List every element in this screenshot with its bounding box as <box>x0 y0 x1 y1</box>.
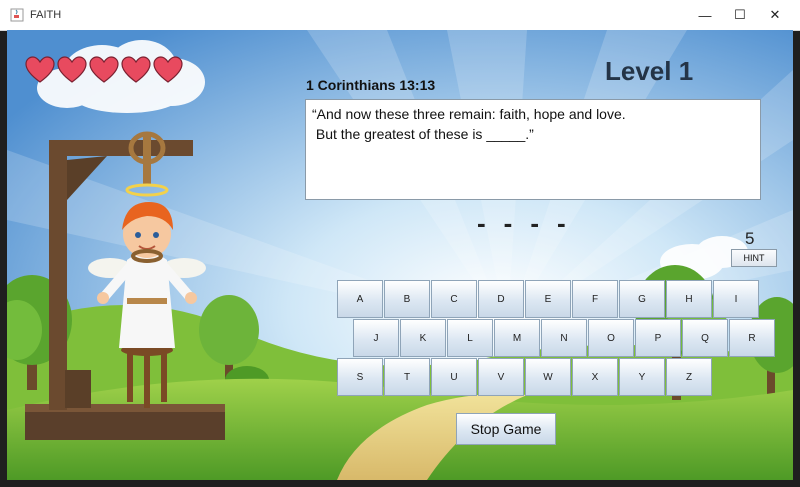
maximize-button[interactable]: ☐ <box>721 0 759 30</box>
key-v[interactable]: V <box>478 358 524 396</box>
java-cup-icon <box>10 8 24 22</box>
key-o[interactable]: O <box>588 319 634 357</box>
maximize-icon: ☐ <box>734 7 746 22</box>
level-label: Level 1 <box>605 56 694 86</box>
key-i[interactable]: I <box>713 280 759 318</box>
key-b[interactable]: B <box>384 280 430 318</box>
key-m[interactable]: M <box>494 319 540 357</box>
lives-hearts <box>25 56 183 84</box>
key-r[interactable]: R <box>729 319 775 357</box>
heart-icon <box>153 56 183 83</box>
minimize-button[interactable]: — <box>686 0 724 30</box>
verse-reference: 1 Corinthians 13:13 <box>306 77 436 93</box>
key-p[interactable]: P <box>635 319 681 357</box>
key-n[interactable]: N <box>541 319 587 357</box>
close-button[interactable]: ✕ <box>756 0 794 30</box>
letter-blank: - <box>530 208 540 238</box>
key-s[interactable]: S <box>337 358 383 396</box>
key-d[interactable]: D <box>478 280 524 318</box>
key-q[interactable]: Q <box>682 319 728 357</box>
key-j[interactable]: J <box>353 319 399 357</box>
key-a[interactable]: A <box>337 280 383 318</box>
heart-icon <box>89 56 119 83</box>
key-c[interactable]: C <box>431 280 477 318</box>
letter-blank: - <box>503 208 513 238</box>
key-e[interactable]: E <box>525 280 571 318</box>
key-k[interactable]: K <box>400 319 446 357</box>
word-blanks: - - - - <box>477 208 566 239</box>
key-z[interactable]: Z <box>666 358 712 396</box>
minimize-icon: — <box>698 7 712 23</box>
key-y[interactable]: Y <box>619 358 665 396</box>
background-scene <box>7 30 793 480</box>
letter-blank: - <box>557 208 566 238</box>
key-h[interactable]: H <box>666 280 712 318</box>
key-l[interactable]: L <box>447 319 493 357</box>
game-window: FAITH — ☐ ✕ Level 1 1 Corinthians 13:13 … <box>0 0 800 487</box>
hint-button[interactable]: HINT <box>731 249 777 267</box>
heart-icon <box>57 56 87 83</box>
heart-icon <box>121 56 151 83</box>
letter-blank: - <box>477 208 486 238</box>
verse-text-box: “And now these three remain: faith, hope… <box>305 99 761 200</box>
close-icon: ✕ <box>769 7 781 22</box>
window-title: FAITH <box>30 9 62 21</box>
key-w[interactable]: W <box>525 358 571 396</box>
heart-icon <box>25 56 55 83</box>
key-x[interactable]: X <box>572 358 618 396</box>
game-panel: Level 1 1 Corinthians 13:13 “And now the… <box>7 30 793 480</box>
title-bar: FAITH — ☐ ✕ <box>0 0 800 31</box>
key-t[interactable]: T <box>384 358 430 396</box>
key-g[interactable]: G <box>619 280 665 318</box>
key-f[interactable]: F <box>572 280 618 318</box>
key-u[interactable]: U <box>431 358 477 396</box>
stop-game-button[interactable]: Stop Game <box>456 413 556 445</box>
hint-count: 5 <box>745 229 755 248</box>
